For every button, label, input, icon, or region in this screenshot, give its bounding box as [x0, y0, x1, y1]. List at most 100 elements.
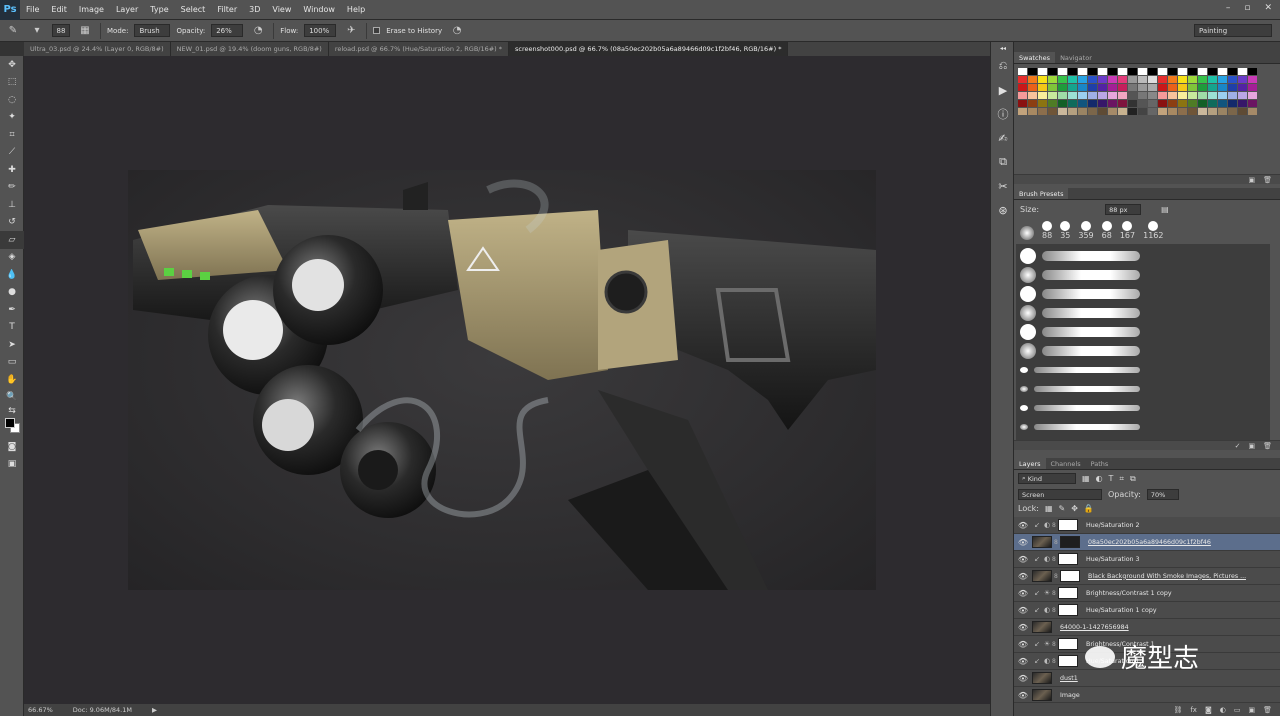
swatch[interactable]	[1248, 100, 1257, 107]
layer-opacity-field[interactable]: 70%	[1146, 489, 1179, 500]
crop-tool-icon[interactable]: ⌗	[0, 126, 24, 144]
brush-preset-row[interactable]	[1020, 381, 1140, 397]
swatch[interactable]	[1178, 76, 1187, 83]
erase-history-checkbox[interactable]	[373, 27, 381, 34]
hand-tool-icon[interactable]: ✋	[0, 371, 24, 389]
swatch[interactable]	[1118, 68, 1127, 75]
eye-icon[interactable]: 👁	[1014, 589, 1032, 598]
swatch[interactable]	[1158, 108, 1167, 115]
brush-preset-row[interactable]	[1020, 419, 1140, 435]
swatch[interactable]	[1098, 76, 1107, 83]
swatch[interactable]	[1148, 100, 1157, 107]
swatch[interactable]	[1088, 76, 1097, 83]
zoom-tool-icon[interactable]: 🔍	[0, 389, 24, 407]
swatch[interactable]	[1228, 76, 1237, 83]
brush-panel-icon[interactable]: ▦	[76, 23, 94, 39]
swatch[interactable]	[1048, 68, 1057, 75]
swatch[interactable]	[1248, 108, 1257, 115]
swatch[interactable]	[1218, 76, 1227, 83]
swatch[interactable]	[1218, 84, 1227, 91]
chevron-down-icon[interactable]: ▾	[28, 23, 46, 39]
swatch[interactable]	[1018, 108, 1027, 115]
swatch[interactable]	[1208, 76, 1217, 83]
lasso-tool-icon[interactable]: ◌	[0, 91, 24, 109]
status-arrow-icon[interactable]: ▶	[152, 706, 157, 714]
document-canvas[interactable]	[128, 170, 876, 590]
history-panel-icon[interactable]: ⎌	[991, 54, 1015, 78]
swatch[interactable]	[1128, 76, 1137, 83]
flow-field[interactable]: 100%	[304, 24, 337, 37]
layer-row[interactable]: 👁 ↙ ◐ 8 Hue/Saturation 3	[1014, 551, 1280, 568]
swatch[interactable]	[1038, 84, 1047, 91]
swatch[interactable]	[1058, 76, 1067, 83]
size-field[interactable]: 88 px	[1105, 204, 1142, 215]
swatch[interactable]	[1128, 92, 1137, 99]
swatch[interactable]	[1128, 100, 1137, 107]
swatch[interactable]	[1078, 108, 1087, 115]
swatch[interactable]	[1098, 92, 1107, 99]
swatch[interactable]	[1248, 76, 1257, 83]
swatch[interactable]	[1028, 84, 1037, 91]
swatch[interactable]	[1148, 76, 1157, 83]
swatch[interactable]	[1058, 92, 1067, 99]
eye-icon[interactable]: 👁	[1014, 521, 1032, 530]
swatch[interactable]	[1208, 108, 1217, 115]
swatch[interactable]	[1158, 100, 1167, 107]
type-filter-icon[interactable]: T	[1109, 474, 1114, 483]
swatch[interactable]	[1018, 100, 1027, 107]
swatch[interactable]	[1108, 108, 1117, 115]
tab-paths[interactable]: Paths	[1086, 458, 1114, 469]
layer-row[interactable]: 👁 64000-1-1427656984	[1014, 619, 1280, 636]
lock-all-icon[interactable]: 🔒	[1084, 504, 1094, 513]
menu-select[interactable]: Select	[175, 5, 212, 14]
quick-mask-icon[interactable]: ◙	[0, 438, 24, 456]
swatch[interactable]	[1188, 100, 1197, 107]
swatch[interactable]	[1158, 92, 1167, 99]
pen-tool-icon[interactable]: ✒	[0, 301, 24, 319]
swatch[interactable]	[1028, 68, 1037, 75]
swatch[interactable]	[1148, 92, 1157, 99]
layer-row[interactable]: 👁 ↙ ◐ 8 Hue/Saturation 1 copy	[1014, 602, 1280, 619]
swatch[interactable]	[1098, 84, 1107, 91]
add-mask-icon[interactable]: ◙	[1205, 706, 1212, 714]
eyedropper-icon[interactable]: ⟋	[0, 144, 24, 162]
history-brush-icon[interactable]: ↺	[0, 214, 24, 232]
zoom-level[interactable]: 66.67%	[28, 706, 53, 714]
menu-type[interactable]: Type	[144, 5, 174, 14]
swatch[interactable]	[1098, 108, 1107, 115]
trash-icon[interactable]: 🗑	[1263, 442, 1272, 450]
minimize-icon[interactable]: –	[1226, 3, 1231, 13]
eye-icon[interactable]: 👁	[1014, 640, 1032, 649]
adjust-filter-icon[interactable]: ◐	[1096, 474, 1103, 483]
actions-panel-icon[interactable]: ▶	[991, 78, 1015, 102]
tab-channels[interactable]: Channels	[1046, 458, 1086, 469]
swatch[interactable]	[1128, 84, 1137, 91]
workspace-select[interactable]: Painting	[1194, 24, 1272, 37]
swatch[interactable]	[1038, 68, 1047, 75]
swatch[interactable]	[1098, 68, 1107, 75]
swatch[interactable]	[1038, 76, 1047, 83]
eye-icon[interactable]: 👁	[1014, 606, 1032, 615]
brush-preset-row[interactable]	[1020, 362, 1140, 378]
healing-brush-icon[interactable]: ✚	[0, 161, 24, 179]
menu-window[interactable]: Window	[297, 5, 341, 14]
tab-swatches[interactable]: Swatches	[1014, 52, 1056, 63]
swatch[interactable]	[1168, 92, 1177, 99]
swatch[interactable]	[1148, 84, 1157, 91]
swatch[interactable]	[1048, 76, 1057, 83]
preset-tip[interactable]: 167	[1120, 221, 1135, 240]
swatch[interactable]	[1068, 68, 1077, 75]
swatch[interactable]	[1078, 92, 1087, 99]
tab-layers[interactable]: Layers	[1014, 458, 1046, 469]
airbrush-icon[interactable]: ✈	[342, 23, 360, 39]
swatch[interactable]	[1188, 92, 1197, 99]
swatch[interactable]	[1028, 92, 1037, 99]
info-panel-icon[interactable]: ⓘ	[991, 102, 1015, 126]
close-icon[interactable]: ✕	[1264, 3, 1272, 13]
doc-tab[interactable]: Ultra_03.psd @ 24.4% (Layer 0, RGB/8#)	[24, 42, 171, 56]
screen-mode-icon[interactable]: ▣	[0, 456, 24, 474]
swatch[interactable]	[1218, 92, 1227, 99]
swatch[interactable]	[1158, 68, 1167, 75]
preset-tip[interactable]: 359	[1078, 221, 1094, 240]
kind-filter-select[interactable]: ⌕ Kind	[1018, 473, 1076, 484]
